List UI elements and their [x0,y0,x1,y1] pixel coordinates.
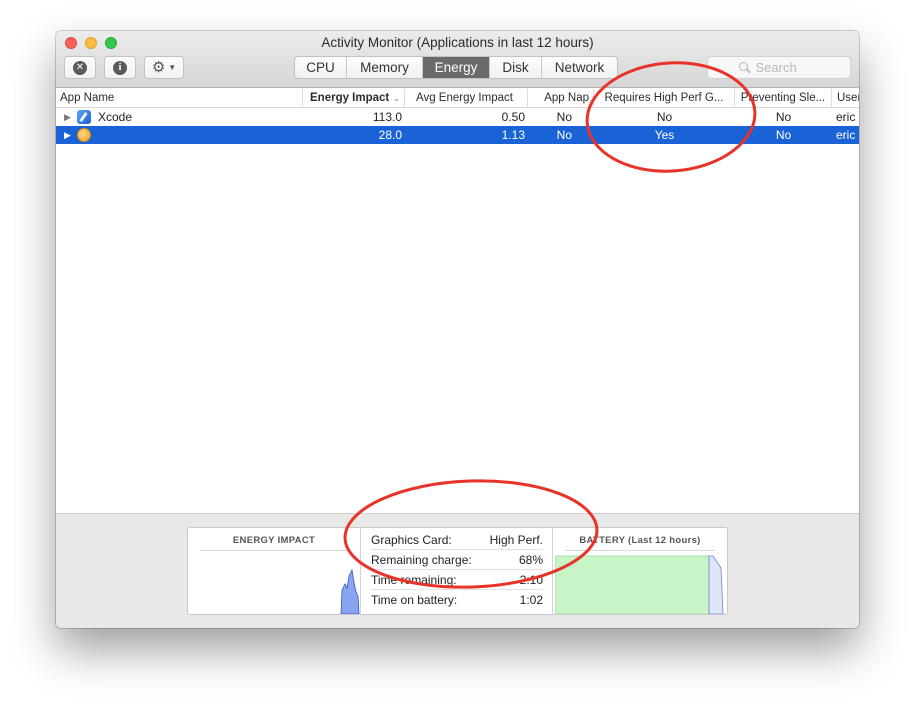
action-menu-button[interactable]: ⚙ ▼ [144,56,184,79]
column-preventing-sleep[interactable]: Preventing Sle... [735,89,832,108]
xcode-icon [77,110,91,124]
stat-remaining-charge: Remaining charge: 68% [371,550,543,570]
table-row[interactable]: ▶ 28.0 1.13 No Yes No eric [56,126,859,144]
disclosure-triangle-icon[interactable]: ▶ [64,108,71,126]
column-app-name[interactable]: App Name [60,89,303,108]
battery-history-chart [555,555,724,614]
battery-stats: Graphics Card: High Perf. Remaining char… [361,528,553,614]
table-row[interactable]: ▶ Xcode 113.0 0.50 No No No eric [56,108,859,126]
window-title: Activity Monitor (Applications in last 1… [321,35,594,50]
info-circle-icon: i [113,60,127,75]
x-circle-icon: ✕ [73,60,87,75]
title-bar: Activity Monitor (Applications in last 1… [56,31,859,88]
column-energy-impact[interactable]: Energy Impact ⌄ [303,89,405,108]
search-input[interactable] [755,60,820,75]
battery-title: BATTERY (Last 12 hours) [579,535,701,546]
search-icon [738,62,751,74]
sort-descending-icon: ⌄ [393,94,400,103]
disclosure-triangle-icon[interactable]: ▶ [64,126,71,144]
quit-process-button[interactable]: ✕ [64,56,96,79]
tab-disk[interactable]: Disk [490,57,542,78]
activity-monitor-window: Activity Monitor (Applications in last 1… [56,31,859,628]
view-tabs: CPU Memory Energy Disk Network [294,56,618,79]
tab-cpu[interactable]: CPU [295,57,347,78]
energy-impact-sparkline [340,568,360,614]
tab-memory[interactable]: Memory [347,57,423,78]
tab-energy[interactable]: Energy [423,57,490,78]
chevron-down-icon: ▼ [168,63,177,72]
stat-time-remaining: Time remaining: 2:10 [371,570,543,590]
energy-impact-graph: ENERGY IMPACT [188,528,361,614]
column-user[interactable]: User [832,89,859,108]
tab-network[interactable]: Network [542,57,617,78]
summary-area: ENERGY IMPACT Graphics Card: High Perf. … [56,513,859,628]
column-app-nap[interactable]: App Nap [528,89,594,108]
stat-time-on-battery: Time on battery: 1:02 [371,593,543,607]
column-requires-high-perf[interactable]: Requires High Perf G... [594,89,735,108]
battery-graph: BATTERY (Last 12 hours) [553,528,727,614]
app-icon [77,128,91,142]
search-field[interactable] [707,56,851,79]
column-avg-energy-impact[interactable]: Avg Energy Impact [405,89,528,108]
stat-graphics-card: Graphics Card: High Perf. [371,530,543,550]
inspect-process-button[interactable]: i [104,56,136,79]
column-header: App Name Energy Impact ⌄ Avg Energy Impac… [56,89,859,108]
gear-icon: ⚙ [151,59,166,76]
summary-panel: ENERGY IMPACT Graphics Card: High Perf. … [187,527,728,615]
energy-impact-title: ENERGY IMPACT [232,535,316,546]
